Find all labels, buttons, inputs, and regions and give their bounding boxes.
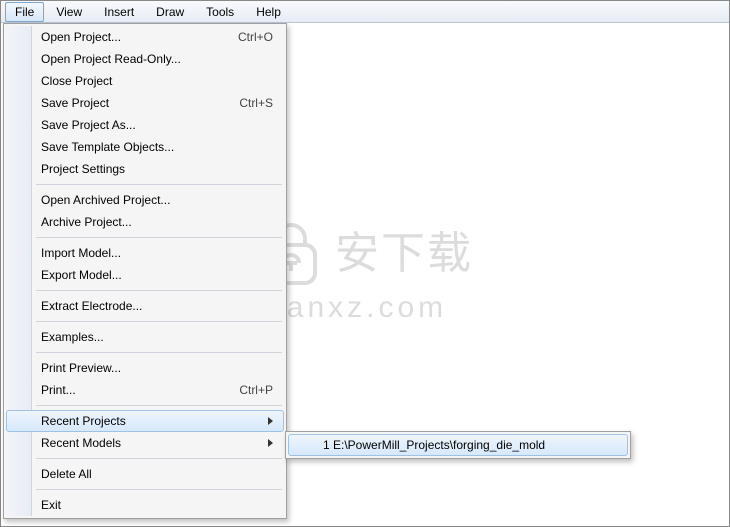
menu-separator — [36, 489, 282, 490]
menu-label: Save Project As... — [41, 118, 273, 132]
menu-project-settings[interactable]: Project Settings — [6, 158, 284, 180]
menu-separator — [36, 405, 282, 406]
menu-label: Close Project — [41, 74, 273, 88]
menu-label: Open Project... — [41, 30, 238, 44]
menu-label: Examples... — [41, 330, 273, 344]
menu-label: Delete All — [41, 467, 273, 481]
watermark-cn: 安下载 — [335, 232, 473, 276]
menu-label: Extract Electrode... — [41, 299, 273, 313]
menu-open-archived[interactable]: Open Archived Project... — [6, 189, 284, 211]
menu-shortcut: Ctrl+S — [239, 96, 273, 110]
menu-archive-project[interactable]: Archive Project... — [6, 211, 284, 233]
menu-shortcut: Ctrl+O — [238, 30, 273, 44]
menu-label: Project Settings — [41, 162, 273, 176]
menu-label: Print Preview... — [41, 361, 273, 375]
recent-project-item-1[interactable]: 1 E:\PowerMill_Projects\forging_die_mold — [288, 434, 628, 456]
menubar-tools[interactable]: Tools — [196, 2, 244, 22]
menu-separator — [36, 237, 282, 238]
menu-label: Recent Models — [41, 436, 262, 450]
menubar-help[interactable]: Help — [246, 2, 291, 22]
menu-shortcut: Ctrl+P — [239, 383, 273, 397]
menu-export-model[interactable]: Export Model... — [6, 264, 284, 286]
menubar-view[interactable]: View — [46, 2, 92, 22]
menubar-draw[interactable]: Draw — [146, 2, 194, 22]
menu-recent-projects[interactable]: Recent Projects — [6, 410, 284, 432]
menu-save-template[interactable]: Save Template Objects... — [6, 136, 284, 158]
menu-label: Recent Projects — [41, 414, 262, 428]
chevron-right-icon — [268, 417, 273, 425]
menu-label: Import Model... — [41, 246, 273, 260]
menu-separator — [36, 458, 282, 459]
menu-save-project[interactable]: Save Project Ctrl+S — [6, 92, 284, 114]
recent-project-path: 1 E:\PowerMill_Projects\forging_die_mold — [323, 438, 545, 452]
menu-label: Open Project Read-Only... — [41, 52, 273, 66]
menu-label: Save Project — [41, 96, 239, 110]
menu-separator — [36, 352, 282, 353]
menu-save-project-as[interactable]: Save Project As... — [6, 114, 284, 136]
menu-label: Archive Project... — [41, 215, 273, 229]
menu-extract-electrode[interactable]: Extract Electrode... — [6, 295, 284, 317]
menu-label: Exit — [41, 498, 273, 512]
menu-examples[interactable]: Examples... — [6, 326, 284, 348]
menu-label: Print... — [41, 383, 239, 397]
recent-projects-submenu: 1 E:\PowerMill_Projects\forging_die_mold — [285, 431, 631, 459]
menu-label: Open Archived Project... — [41, 193, 273, 207]
menu-recent-models[interactable]: Recent Models — [6, 432, 284, 454]
watermark: 安下载 anxz.com — [261, 221, 473, 325]
menu-print[interactable]: Print... Ctrl+P — [6, 379, 284, 401]
menubar-insert[interactable]: Insert — [94, 2, 144, 22]
menu-label: Save Template Objects... — [41, 140, 273, 154]
menu-separator — [36, 184, 282, 185]
watermark-url: anxz.com — [261, 291, 473, 325]
file-menu: Open Project... Ctrl+O Open Project Read… — [3, 23, 287, 519]
menu-print-preview[interactable]: Print Preview... — [6, 357, 284, 379]
menu-close-project[interactable]: Close Project — [6, 70, 284, 92]
menu-separator — [36, 321, 282, 322]
menu-import-model[interactable]: Import Model... — [6, 242, 284, 264]
chevron-right-icon — [268, 439, 273, 447]
menu-delete-all[interactable]: Delete All — [6, 463, 284, 485]
menubar: File View Insert Draw Tools Help — [1, 1, 729, 23]
menu-exit[interactable]: Exit — [6, 494, 284, 516]
menu-separator — [36, 290, 282, 291]
menu-label: Export Model... — [41, 268, 273, 282]
menu-open-readonly[interactable]: Open Project Read-Only... — [6, 48, 284, 70]
menubar-file[interactable]: File — [5, 2, 44, 22]
menu-open-project[interactable]: Open Project... Ctrl+O — [6, 26, 284, 48]
